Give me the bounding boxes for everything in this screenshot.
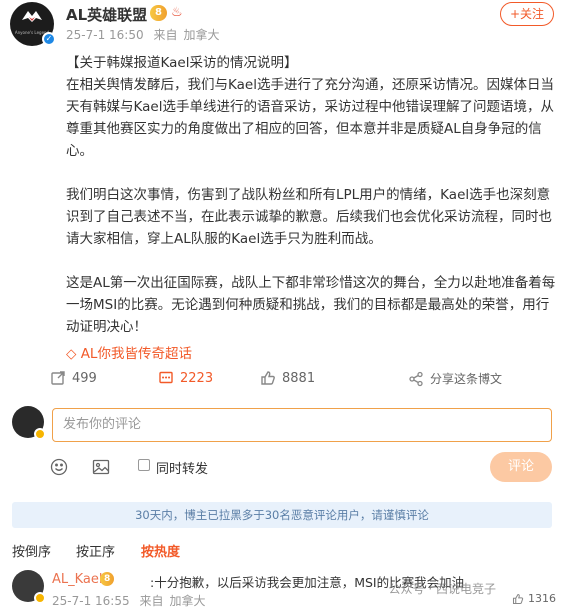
emoji-icon[interactable] (50, 458, 68, 476)
verified-icon: ✓ (42, 32, 56, 46)
post-header: Anyone's Legend ✓ AL英雄联盟 8 ♨ 25-7-1 16:5… (10, 2, 556, 46)
post-body: 【关于韩媒报道Kael采访的情况说明】 在相关舆情发酵后，我们与Kael选手进行… (66, 52, 556, 360)
comment-meta: 25-7-1 16:55 来自 加拿大 (52, 592, 211, 608)
post-paragraph-3: 这是AL第一次出征国际赛，战队上下都非常珍惜这次的舞台，全力以赴地准备着每一场M… (66, 275, 556, 335)
follow-button[interactable]: +关注 (500, 2, 554, 26)
comment-level-badge: 8 (100, 572, 115, 586)
comment-source-prefix: 来自 (139, 594, 164, 608)
post-paragraph-2: 我们明白这次事情，伤害到了战队粉丝和所有LPL用户的情绪，Kael选手也深刻意识… (66, 187, 552, 247)
sort-tab-hot[interactable]: 按热度 (141, 541, 180, 560)
notice-bar: 30天内，博主已拉黑多于30名恶意评论用户，请谨慎评论 (12, 502, 552, 528)
author-name[interactable]: AL英雄联盟 (66, 4, 147, 25)
post-source-prefix: 来自 (153, 28, 178, 42)
level-badge: 8 (150, 5, 167, 21)
author-badges: 8 ♨ (150, 5, 187, 21)
supertopic-label: AL你我皆传奇超话 (80, 346, 192, 362)
post-meta: 25-7-1 16:50 来自 加拿大 (66, 26, 225, 43)
like-count: 8881 (282, 370, 316, 386)
like-button[interactable]: 8881 (260, 370, 315, 386)
forward-checkbox[interactable] (138, 459, 150, 471)
share-button[interactable]: 分享这条博文 (408, 370, 502, 387)
share-icon (409, 371, 423, 386)
comment-source: 加拿大 (169, 594, 206, 608)
sort-tab-reverse[interactable]: 按倒序 (12, 541, 51, 560)
thumbs-up-icon (261, 371, 275, 385)
thumbs-up-icon (512, 593, 524, 604)
comment-input-row: 发布你的评论 (12, 406, 552, 442)
repost-count: 499 (72, 370, 97, 386)
comment-icon (159, 371, 173, 384)
diamond-icon: ◇ (66, 346, 77, 362)
fire-icon: ♨ (170, 5, 183, 20)
sort-tab-forward[interactable]: 按正序 (76, 541, 115, 560)
image-icon[interactable] (92, 458, 110, 476)
supertopic-link[interactable]: ◇ AL你我皆传奇超话 (66, 342, 192, 362)
repost-icon (51, 371, 65, 385)
al-logo-icon (22, 11, 42, 22)
share-label: 分享这条博文 (430, 372, 503, 386)
comment-input[interactable]: 发布你的评论 (52, 408, 552, 442)
comment-submit-button[interactable]: 评论 (490, 452, 552, 482)
repost-button[interactable]: 499 (50, 370, 97, 386)
comment-item: AL_Kael 8 :十分抱歉，以后采访我会更加注意，MSI的比赛我会加油 25… (12, 570, 556, 608)
comment-avatar-badge-icon (34, 592, 46, 604)
watermark: 公众号 · 西说电竞子 (388, 582, 496, 596)
comment-tools: 同时转发 评论 (50, 452, 552, 482)
forward-label: 同时转发 (156, 462, 209, 477)
comment-like-button[interactable]: 1316 (512, 592, 556, 605)
comment-count: 2223 (180, 370, 214, 386)
post-timestamp[interactable]: 25-7-1 16:50 (66, 28, 144, 42)
comment-like-count: 1316 (528, 592, 556, 605)
comment-author[interactable]: AL_Kael (52, 572, 103, 587)
actions-bar: 499 2223 8881 分享这条博文 (50, 370, 510, 392)
post-title-line: 【关于韩媒报道Kael采访的情况说明】 (66, 55, 298, 71)
comment-timestamp: 25-7-1 16:55 (52, 594, 130, 608)
comment-button[interactable]: 2223 (158, 370, 213, 386)
post-source: 加拿大 (183, 28, 220, 42)
my-avatar-badge-icon (34, 428, 46, 440)
post-paragraph-1: 在相关舆情发酵后，我们与Kael选手进行了充分沟通，还原采访情况。因媒体日当天有… (66, 77, 554, 159)
